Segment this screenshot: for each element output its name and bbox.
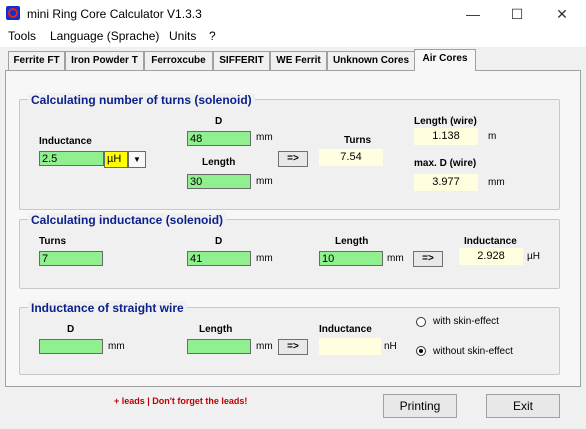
inductance-label-3: Inductance bbox=[319, 324, 372, 335]
length-unit: mm bbox=[256, 176, 273, 187]
turns-label-2: Turns bbox=[39, 236, 67, 247]
menu-tools[interactable]: Tools bbox=[8, 29, 36, 43]
calc-wire-button[interactable]: => bbox=[278, 339, 308, 355]
menu-language[interactable]: Language (Sprache) bbox=[50, 29, 159, 43]
without-skin-effect-label[interactable]: without skin-effect bbox=[433, 346, 513, 357]
tab-ferroxcube[interactable]: Ferroxcube bbox=[144, 51, 213, 70]
unit-select[interactable]: µH bbox=[104, 151, 128, 168]
radio-with-skin-effect[interactable] bbox=[416, 317, 426, 327]
turns-label: Turns bbox=[344, 135, 372, 146]
maximize-button[interactable]: ☐ bbox=[495, 2, 539, 26]
minimize-button[interactable]: — bbox=[451, 2, 495, 26]
d-input-2[interactable]: 41 bbox=[187, 251, 251, 266]
inductance-label: Inductance bbox=[39, 136, 92, 147]
d-unit-3: mm bbox=[108, 341, 125, 352]
leads-note: + leads | Don't forget the leads! bbox=[114, 396, 248, 406]
tab-ferrite-ft[interactable]: Ferrite FT bbox=[8, 51, 65, 70]
inductance-unit: µH bbox=[527, 251, 540, 262]
inductance-group-title: Calculating inductance (solenoid) bbox=[28, 213, 227, 227]
wire-length-unit: m bbox=[488, 131, 497, 142]
d-label-2: D bbox=[215, 236, 223, 247]
wire-length-label: Length (wire) bbox=[414, 116, 477, 127]
length-unit-3: mm bbox=[256, 341, 273, 352]
with-skin-effect-label[interactable]: with skin-effect bbox=[433, 316, 499, 327]
length-input[interactable]: 30 bbox=[187, 174, 251, 189]
tab-iron-powder[interactable]: Iron Powder T bbox=[65, 51, 144, 70]
wire-length-output: 1.138 bbox=[414, 128, 478, 145]
maxd-label: max. D (wire) bbox=[414, 158, 477, 169]
menu-help[interactable]: ? bbox=[209, 29, 216, 43]
turns-group-title: Calculating number of turns (solenoid) bbox=[28, 93, 255, 107]
length-input-2[interactable]: 10 bbox=[319, 251, 383, 266]
maxd-unit: mm bbox=[488, 177, 505, 188]
wire-d-input[interactable] bbox=[39, 339, 103, 354]
tab-we-ferrit[interactable]: WE Ferrit bbox=[270, 51, 327, 70]
chevron-down-icon[interactable]: ▼ bbox=[128, 151, 146, 168]
length-label: Length bbox=[202, 157, 236, 168]
exit-button[interactable]: Exit bbox=[486, 394, 560, 418]
turns-output: 7.54 bbox=[319, 149, 383, 166]
maxd-output: 3.977 bbox=[414, 174, 478, 191]
tab-air-cores[interactable]: Air Cores bbox=[414, 49, 476, 71]
d-unit: mm bbox=[256, 132, 273, 143]
length-unit-2: mm bbox=[387, 253, 404, 264]
window-title: mini Ring Core Calculator V1.3.3 bbox=[27, 7, 202, 21]
radio-without-skin-effect[interactable] bbox=[416, 346, 426, 356]
wire-group-title: Inductance of straight wire bbox=[28, 301, 187, 315]
wire-length-input[interactable] bbox=[187, 339, 251, 354]
turns-input[interactable]: 7 bbox=[39, 251, 103, 266]
tab-unknown-cores[interactable]: Unknown Cores bbox=[327, 51, 415, 70]
wire-inductance-unit: nH bbox=[384, 341, 397, 352]
close-button[interactable]: ✕ bbox=[540, 2, 584, 26]
inductance-label-2: Inductance bbox=[464, 236, 517, 247]
d-label-3: D bbox=[67, 324, 75, 335]
app-icon bbox=[6, 6, 20, 20]
length-label-3: Length bbox=[199, 324, 233, 335]
d-input[interactable]: 48 bbox=[187, 131, 251, 146]
length-label-2: Length bbox=[335, 236, 369, 247]
d-unit-2: mm bbox=[256, 253, 273, 264]
d-label: D bbox=[215, 116, 223, 127]
printing-button[interactable]: Printing bbox=[383, 394, 457, 418]
inductance-input[interactable]: 2.5 bbox=[39, 151, 104, 166]
calc-inductance-button[interactable]: => bbox=[413, 251, 443, 267]
tab-sifferit[interactable]: SIFFERIT bbox=[213, 51, 270, 70]
menu-units[interactable]: Units bbox=[169, 29, 196, 43]
inductance-output: 2.928 bbox=[459, 248, 523, 265]
calc-turns-button[interactable]: => bbox=[278, 151, 308, 167]
wire-inductance-output bbox=[319, 338, 381, 355]
